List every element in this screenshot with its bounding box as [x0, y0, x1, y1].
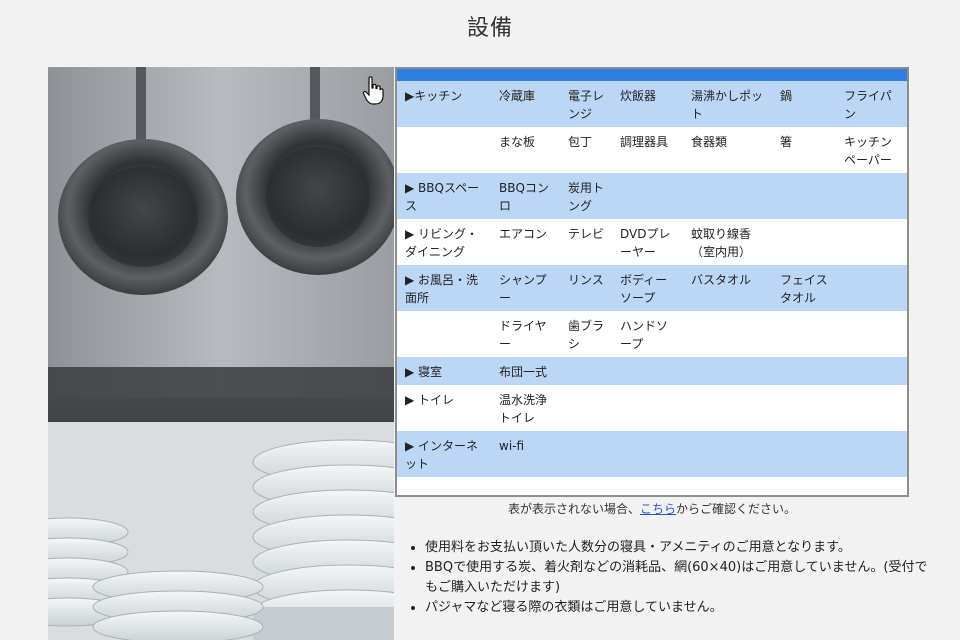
- note-item: BBQで使用する炭、着火剤などの消耗品、網(60×40)はご用意していません。(…: [425, 558, 935, 598]
- item-cell: キッチンペーパー: [836, 127, 907, 173]
- item-cell: [683, 173, 772, 219]
- item-cell: 調理器具: [612, 127, 683, 173]
- item-cell: DVDプレーヤー: [612, 219, 683, 265]
- item-cell: 湯沸かしポット: [683, 81, 772, 127]
- item-cell: 包丁: [560, 127, 612, 173]
- item-cell: ボディーソープ: [612, 265, 683, 311]
- item-cell: [612, 173, 683, 219]
- category-cell: ▶ トイレ: [397, 385, 491, 431]
- table-row: ▶ 寝室 布団一式: [397, 357, 907, 385]
- table-row: ▶ トイレ 温水洗浄トイレ: [397, 385, 907, 431]
- note-item: パジャマなど寝る際の衣類はご用意していません。: [425, 598, 935, 618]
- item-cell: [612, 385, 683, 431]
- item-cell: テレビ: [560, 219, 612, 265]
- table-row: ▶ BBQスペース BBQコンロ 炭用トング: [397, 173, 907, 219]
- table-header-bar: [397, 69, 907, 81]
- item-cell: [683, 431, 772, 477]
- item-cell: シャンプー: [491, 265, 560, 311]
- category-cell: ▶ 寝室: [397, 357, 491, 385]
- item-cell: [836, 385, 907, 431]
- item-cell: [772, 219, 836, 265]
- item-cell: 炭用トング: [560, 173, 612, 219]
- table-fallback-caption: 表が表示されない場合、こちらからご確認ください。: [395, 500, 909, 517]
- item-cell: 蚊取り線香（室内用）: [683, 219, 772, 265]
- item-cell: 鍋: [772, 81, 836, 127]
- category-cell: ▶ お風呂・洗面所: [397, 265, 491, 311]
- table-row: まな板 包丁 調理器具 食器類箸キッチンペーパー: [397, 127, 907, 173]
- item-cell: リンス: [560, 265, 612, 311]
- item-cell: ハンドソープ: [612, 311, 683, 357]
- item-cell: wi-fi: [491, 431, 560, 477]
- item-cell: [683, 357, 772, 385]
- fallback-link[interactable]: こちら: [640, 502, 676, 516]
- caption-text-after: からご確認ください。: [676, 502, 797, 516]
- item-cell: 冷蔵庫: [491, 81, 560, 127]
- notes-list: 使用料をお支払い頂いた人数分の寝具・アメニティのご用意となります。 BBQで使用…: [405, 538, 935, 618]
- item-cell: [772, 431, 836, 477]
- item-cell: [772, 311, 836, 357]
- facilities-table: ▶キッチン 冷蔵庫 電子レンジ 炊飯器 湯沸かしポット鍋フライパン まな板 包丁 調理器具 食器…: [397, 81, 907, 477]
- item-cell: 箸: [772, 127, 836, 173]
- item-cell: バスタオル: [683, 265, 772, 311]
- item-cell: BBQコンロ: [491, 173, 560, 219]
- category-cell: ▶ インターネット: [397, 431, 491, 477]
- item-cell: エアコン: [491, 219, 560, 265]
- item-cell: 布団一式: [491, 357, 560, 385]
- page-title: 設備: [466, 16, 513, 41]
- item-cell: [560, 431, 612, 477]
- note-item: 使用料をお支払い頂いた人数分の寝具・アメニティのご用意となります。: [425, 538, 935, 558]
- table-row: ▶ リビング・ダイニング エアコン テレビ DVDプレーヤー 蚊取り線香（室内用）: [397, 219, 907, 265]
- item-cell: 歯ブラシ: [560, 311, 612, 357]
- item-cell: フライパン: [836, 81, 907, 127]
- item-cell: [772, 173, 836, 219]
- item-cell: まな板: [491, 127, 560, 173]
- item-cell: [836, 219, 907, 265]
- table-row: ▶ お風呂・洗面所 シャンプー リンス ボディーソープ バスタオル フェイスタオル: [397, 265, 907, 311]
- item-cell: 電子レンジ: [560, 81, 612, 127]
- item-cell: [836, 357, 907, 385]
- category-cell: [397, 311, 491, 357]
- item-cell: 温水洗浄トイレ: [491, 385, 560, 431]
- category-cell: ▶ リビング・ダイニング: [397, 219, 491, 265]
- item-cell: 食器類: [683, 127, 772, 173]
- item-cell: [683, 385, 772, 431]
- kitchen-photo: [48, 67, 394, 640]
- hand-pointer-icon: [362, 76, 384, 106]
- item-cell: 炊飯器: [612, 81, 683, 127]
- item-cell: [612, 357, 683, 385]
- category-cell: [397, 127, 491, 173]
- table-row: ▶ インターネット wi-fi: [397, 431, 907, 477]
- table-row: ドライヤー 歯ブラシ ハンドソープ: [397, 311, 907, 357]
- item-cell: [683, 311, 772, 357]
- category-cell: ▶キッチン: [397, 81, 491, 127]
- item-cell: [560, 385, 612, 431]
- item-cell: [836, 311, 907, 357]
- item-cell: [560, 357, 612, 385]
- item-cell: ドライヤー: [491, 311, 560, 357]
- item-cell: [836, 173, 907, 219]
- item-cell: [836, 265, 907, 311]
- item-cell: フェイスタオル: [772, 265, 836, 311]
- category-cell: ▶ BBQスペース: [397, 173, 491, 219]
- item-cell: [836, 431, 907, 477]
- facilities-table-frame: ▶キッチン 冷蔵庫 電子レンジ 炊飯器 湯沸かしポット鍋フライパン まな板 包丁 調理器具 食器…: [395, 67, 909, 497]
- item-cell: [772, 357, 836, 385]
- caption-text-before: 表が表示されない場合、: [507, 502, 640, 516]
- item-cell: [772, 385, 836, 431]
- item-cell: [612, 431, 683, 477]
- table-row: ▶キッチン 冷蔵庫 電子レンジ 炊飯器 湯沸かしポット鍋フライパン: [397, 81, 907, 127]
